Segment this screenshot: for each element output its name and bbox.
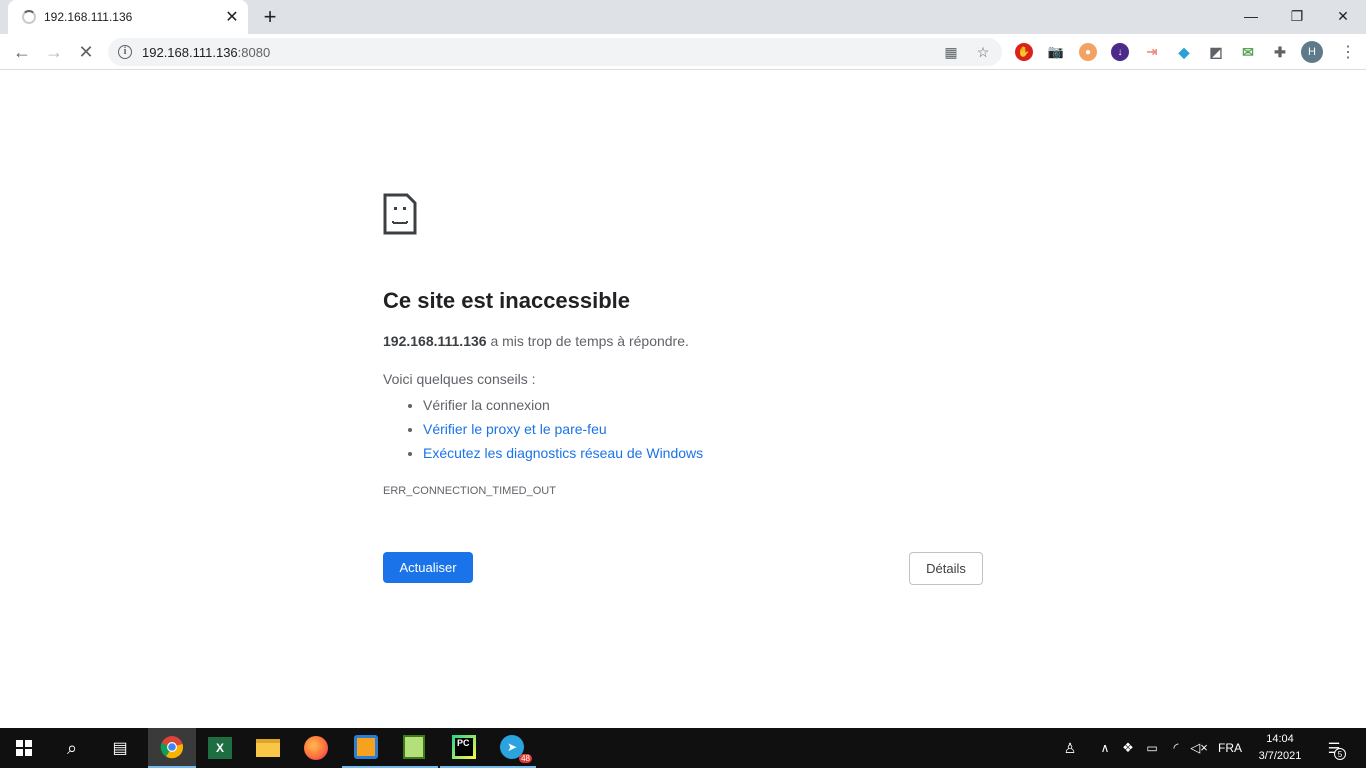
windows-taskbar: ⌕ ▤ X PC ➤ 48 ♙ ∧ ❖ ▭ ◜ ◁× FRA 14:04 3/7… bbox=[0, 728, 1366, 768]
download-extension-icon[interactable]: ↓ bbox=[1111, 43, 1129, 61]
start-button[interactable] bbox=[0, 728, 48, 768]
browser-toolbar: ← → ✕ i 192.168.111.136:8080 ▦ ☆ bbox=[0, 34, 1366, 70]
tab-active[interactable]: 192.168.111.136 ✕ bbox=[8, 0, 248, 34]
excel-taskbar-icon[interactable]: X bbox=[196, 728, 244, 768]
error-message-text: a mis trop de temps à répondre. bbox=[486, 333, 689, 349]
address-bar[interactable]: i 192.168.111.136:8080 ▦ ☆ bbox=[108, 38, 1002, 66]
system-clock[interactable]: 14:04 3/7/2021 bbox=[1250, 731, 1310, 765]
forward-button[interactable]: → bbox=[40, 38, 68, 66]
people-icon[interactable]: ♙ bbox=[1058, 728, 1082, 768]
notepad-icon bbox=[403, 735, 425, 759]
windows-logo-icon bbox=[16, 740, 32, 756]
folder-icon bbox=[256, 739, 280, 757]
pycharm-taskbar-icon[interactable]: PC bbox=[440, 728, 488, 768]
notification-count-badge: 5 bbox=[1334, 748, 1346, 760]
search-icon[interactable]: ⌕ bbox=[48, 728, 96, 768]
virtualbox-icon bbox=[354, 735, 378, 759]
tips-heading: Voici quelques conseils : bbox=[383, 371, 536, 387]
close-window-button[interactable]: ✕ bbox=[1320, 0, 1366, 32]
site-info-icon[interactable]: i bbox=[118, 45, 132, 59]
clock-date: 3/7/2021 bbox=[1258, 750, 1302, 762]
error-code: ERR_CONNECTION_TIMED_OUT bbox=[383, 485, 556, 497]
tab-close-icon[interactable]: ✕ bbox=[222, 7, 242, 27]
error-host: 192.168.111.136 bbox=[383, 333, 487, 349]
virtualbox-taskbar-icon[interactable] bbox=[342, 728, 390, 768]
notifications-icon[interactable]: ☰ 5 bbox=[1322, 728, 1346, 768]
extension-orange-icon[interactable]: ● bbox=[1079, 43, 1097, 61]
sad-page-icon bbox=[383, 193, 417, 235]
menu-dots-icon[interactable]: ⋮ bbox=[1340, 41, 1356, 63]
wifi-icon[interactable]: ◜ bbox=[1167, 728, 1185, 768]
telegram-taskbar-icon[interactable]: ➤ 48 bbox=[488, 728, 536, 768]
image-extension-icon[interactable]: ◩ bbox=[1207, 43, 1225, 61]
show-hidden-icons-icon[interactable]: ∧ bbox=[1096, 728, 1114, 768]
profile-avatar[interactable]: H bbox=[1301, 41, 1323, 63]
tab-strip: 192.168.111.136 ✕ + — ❐ ✕ bbox=[0, 0, 1366, 34]
inbox-extension-icon[interactable]: ✉ bbox=[1239, 43, 1257, 61]
diamond-extension-icon[interactable]: ◆ bbox=[1175, 43, 1193, 61]
dropbox-icon[interactable]: ❖ bbox=[1119, 728, 1137, 768]
loading-spinner-icon bbox=[22, 10, 36, 24]
chrome-taskbar-icon[interactable] bbox=[148, 728, 196, 768]
firefox-taskbar-icon[interactable] bbox=[292, 728, 340, 768]
tip-link-proxy[interactable]: Vérifier le proxy et le pare-feu bbox=[423, 421, 607, 437]
error-title: Ce site est inaccessible bbox=[383, 288, 631, 313]
chrome-icon bbox=[160, 736, 184, 759]
tip-check-proxy[interactable]: Vérifier le proxy et le pare-feu bbox=[423, 417, 983, 441]
error-page: Ce site est inaccessible 192.168.111.136… bbox=[383, 193, 983, 497]
stop-loading-button[interactable]: ✕ bbox=[72, 38, 100, 66]
details-button[interactable]: Détails bbox=[909, 552, 983, 585]
tip-check-connection: Vérifier la connexion bbox=[423, 393, 983, 417]
share-extension-icon[interactable]: ⇥ bbox=[1143, 43, 1161, 61]
back-button[interactable]: ← bbox=[8, 38, 36, 66]
minimize-button[interactable]: — bbox=[1228, 0, 1274, 32]
notepad-taskbar-icon[interactable] bbox=[390, 728, 438, 768]
battery-icon[interactable]: ▭ bbox=[1143, 728, 1161, 768]
tip-run-diagnostics[interactable]: Exécutez les diagnostics réseau de Windo… bbox=[423, 441, 983, 465]
reload-button[interactable]: Actualiser bbox=[383, 552, 473, 583]
extensions-puzzle-icon[interactable]: ✚ bbox=[1271, 43, 1289, 61]
firefox-icon bbox=[304, 736, 328, 760]
tip-text: Vérifier la connexion bbox=[423, 397, 550, 413]
new-tab-button[interactable]: + bbox=[258, 4, 282, 29]
error-message: 192.168.111.136 a mis trop de temps à ré… bbox=[383, 333, 983, 349]
task-view-icon[interactable]: ▤ bbox=[96, 728, 144, 768]
telegram-icon: ➤ 48 bbox=[500, 735, 532, 763]
restore-button[interactable]: ❐ bbox=[1274, 0, 1320, 32]
file-explorer-taskbar-icon[interactable] bbox=[244, 728, 292, 768]
tip-link-diagnostics[interactable]: Exécutez les diagnostics réseau de Windo… bbox=[423, 445, 703, 461]
bookmark-star-icon[interactable]: ☆ bbox=[974, 43, 992, 61]
qr-code-icon[interactable]: ▦ bbox=[942, 43, 960, 61]
excel-icon: X bbox=[208, 737, 232, 759]
url-port: :8080 bbox=[237, 44, 271, 60]
camera-extension-icon[interactable]: 📷 bbox=[1047, 43, 1065, 61]
pycharm-icon: PC bbox=[452, 735, 476, 759]
adblock-extension-icon[interactable]: ✋ bbox=[1015, 43, 1033, 61]
tab-title: 192.168.111.136 bbox=[44, 10, 133, 24]
language-indicator[interactable]: FRA bbox=[1214, 728, 1246, 768]
clock-time: 14:04 bbox=[1266, 733, 1294, 745]
telegram-unread-badge: 48 bbox=[519, 754, 532, 763]
tips-list: Vérifier la connexion Vérifier le proxy … bbox=[423, 393, 983, 465]
volume-muted-icon[interactable]: ◁× bbox=[1190, 728, 1208, 768]
url-host: 192.168.111.136 bbox=[142, 44, 238, 60]
